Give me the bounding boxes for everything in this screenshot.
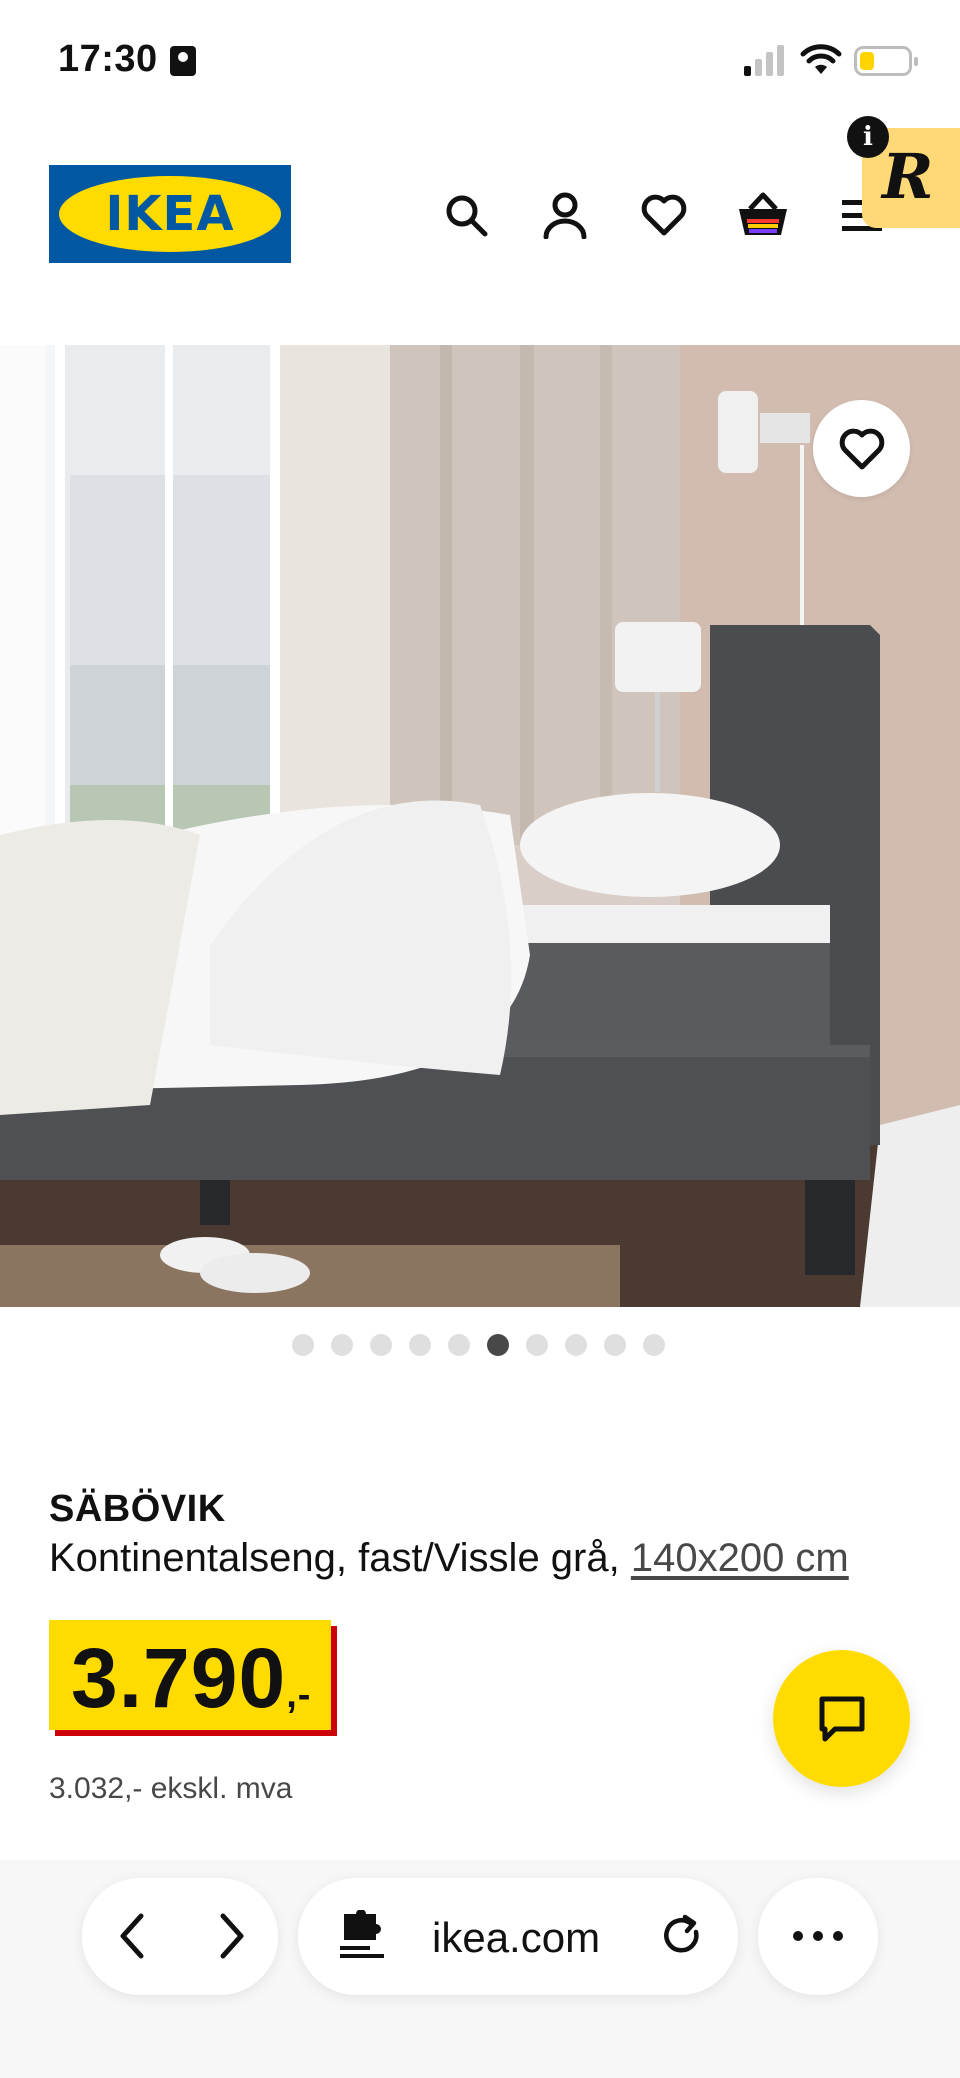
price-suffix: ,- — [286, 1674, 312, 1716]
product-type: Kontinentalseng, fast/Vissle grå, — [49, 1536, 631, 1580]
logo-oval: IKEA — [59, 176, 281, 252]
image-carousel-dots — [292, 1334, 665, 1356]
battery-icon — [854, 46, 918, 76]
focus-person-icon — [170, 46, 196, 76]
carousel-dot[interactable] — [643, 1334, 665, 1356]
account-icon[interactable] — [537, 187, 593, 243]
back-chevron-icon[interactable] — [104, 1908, 160, 1964]
save-to-favourites-button[interactable] — [813, 400, 910, 497]
status-bar: 17:30 — [0, 0, 960, 110]
carousel-dot[interactable] — [448, 1334, 470, 1356]
price-tag: 3.790,- — [49, 1620, 331, 1730]
chat-bubble-icon — [819, 1696, 864, 1741]
more-options-button[interactable] — [758, 1878, 878, 1995]
shopping-bag-icon[interactable] — [735, 187, 791, 243]
carousel-dot[interactable] — [604, 1334, 626, 1356]
extension-puzzle-icon[interactable] — [334, 1908, 390, 1964]
battery-level — [860, 52, 874, 70]
product-image[interactable] — [0, 345, 960, 1307]
reload-icon[interactable] — [654, 1908, 710, 1964]
bed-photo — [0, 345, 960, 1307]
heart-icon — [839, 428, 884, 469]
favourites-heart-icon[interactable] — [636, 187, 692, 243]
status-time: 17:30 — [58, 38, 158, 80]
more-dots-icon — [786, 1908, 850, 1964]
carousel-dot[interactable] — [292, 1334, 314, 1356]
product-name: SÄBÖVIK — [49, 1488, 226, 1530]
chat-button[interactable] — [773, 1650, 910, 1787]
carousel-dot[interactable] — [370, 1334, 392, 1356]
carousel-dot[interactable] — [409, 1334, 431, 1356]
price: 3.790,- — [71, 1630, 311, 1727]
navigation-pill — [82, 1878, 278, 1995]
rakuten-letter: R — [882, 140, 934, 213]
wifi-icon — [800, 44, 842, 74]
info-icon[interactable]: i — [847, 116, 889, 158]
cellular-signal-icon — [744, 44, 786, 76]
carousel-dot[interactable] — [565, 1334, 587, 1356]
carousel-dot[interactable] — [526, 1334, 548, 1356]
address-bar[interactable]: ikea.com — [298, 1878, 738, 1995]
search-icon[interactable] — [438, 187, 494, 243]
carousel-dot[interactable] — [331, 1334, 353, 1356]
product-description: Kontinentalseng, fast/Vissle grå, 140x20… — [49, 1536, 849, 1581]
browser-toolbar: ikea.com — [0, 1860, 960, 2078]
site-header: IKEA R i — [0, 110, 960, 350]
ikea-logo[interactable]: IKEA — [49, 165, 291, 263]
carousel-dot[interactable] — [487, 1334, 509, 1356]
price-excl-vat: 3.032,- ekskl. mva — [49, 1772, 293, 1805]
logo-text: IKEA — [105, 186, 235, 242]
price-value: 3.790 — [71, 1631, 287, 1725]
url-text: ikea.com — [432, 1914, 601, 1961]
product-size-link[interactable]: 140x200 cm — [631, 1536, 849, 1580]
forward-chevron-icon[interactable] — [204, 1908, 260, 1964]
